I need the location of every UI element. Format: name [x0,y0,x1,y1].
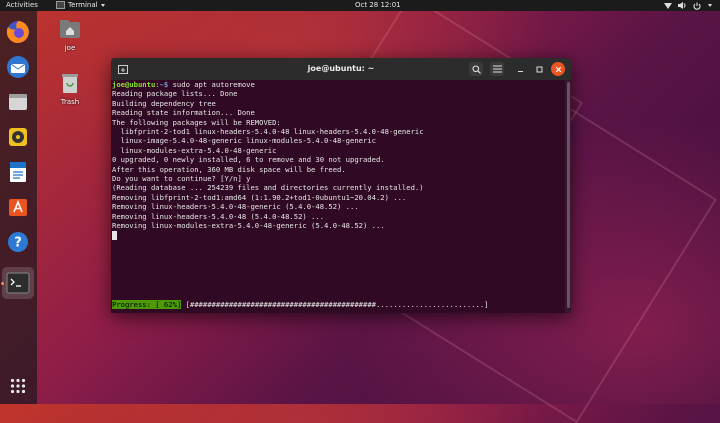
software-icon [9,199,27,216]
output-line: After this operation, 360 MB disk space … [112,164,346,174]
files-launcher[interactable] [5,89,31,115]
output-line: libfprint-2-tod1 linux-headers-5.4.0-48 … [112,127,424,137]
chevron-down-icon [100,3,105,7]
volume-icon[interactable] [678,2,687,13]
dock: ? [0,11,37,404]
home-folder-label: joe [64,44,76,52]
top-bar: Activities Terminal Oct 28 12:01 [0,0,720,11]
activities-button[interactable]: Activities [6,0,38,11]
help-icon: ? [8,232,28,252]
output-line: Removing linux-headers-5.4.0-48 (5.4.0-4… [112,211,325,221]
new-tab-button[interactable] [116,62,130,76]
home-folder-desktop-icon[interactable]: joe [50,18,90,52]
writer-launcher[interactable] [5,159,31,185]
output-line: The following packages will be REMOVED: [112,117,281,127]
trash-label: Trash [60,98,80,106]
app-menu-label: Terminal [68,1,98,9]
scrollbar-thumb[interactable] [567,82,570,308]
progress-label: Progress: [ 62%] [112,300,182,309]
output-line: Building dependency tree [112,98,216,108]
system-menu-chevron-icon[interactable] [708,4,712,7]
network-icon[interactable] [664,2,672,13]
search-icon [471,64,481,74]
terminal-output[interactable]: joe@ubuntu:~$ sudo apt autoremove Readin… [112,80,564,312]
output-line: 0 upgraded, 0 newly installed, 6 to remo… [112,155,385,165]
minimize-icon [517,70,523,72]
thunderbird-icon [7,56,29,78]
trash-icon [62,74,78,93]
terminal-titlebar[interactable]: joe@ubuntu: ~ [111,58,571,80]
firefox-icon [6,21,29,43]
progress-line: Progress: [ 62%] [######################… [112,300,488,309]
software-launcher[interactable] [5,194,31,220]
output-line: Removing libfprint-2-tod1:amd64 (1:1.90.… [112,192,407,202]
help-launcher[interactable]: ? [5,229,31,255]
output-line: Removing linux-modules-extra-5.4.0-48-ge… [112,221,385,231]
terminal-small-icon [56,1,65,9]
output-line: linux-image-5.4.0-48-generic linux-modul… [112,136,376,146]
prompt-user: joe@ubuntu [112,80,156,89]
terminal-window[interactable]: joe@ubuntu: ~ joe@ubuntu:~$ sudo apt aut… [111,58,571,313]
power-icon[interactable] [693,2,701,14]
files-icon [9,94,27,110]
show-applications-button[interactable] [5,373,31,399]
output-line: Removing linux-headers-5.4.0-48-generic … [112,202,359,212]
search-button[interactable] [469,62,483,76]
output-line: Reading state information... Done [112,108,255,118]
rhythmbox-launcher[interactable] [5,124,31,150]
clock[interactable]: Oct 28 12:01 [355,0,401,11]
writer-icon [10,162,26,182]
close-button[interactable] [551,62,565,76]
app-menu[interactable]: Terminal [56,0,105,11]
home-folder-icon [60,20,80,38]
output-line: Do you want to continue? [Y/n] y [112,174,251,184]
app-grid-icon [10,378,26,394]
command-text: sudo apt autoremove [168,80,255,89]
output-line: linux-modules-extra-5.4.0-48-generic [112,145,277,155]
close-icon [555,66,561,72]
terminal-launcher[interactable] [2,267,34,299]
output-line: (Reading database ... 254239 files and d… [112,183,424,193]
svg-text:?: ? [14,236,22,251]
new-tab-icon [118,64,128,74]
minimize-button[interactable] [513,62,527,76]
window-title: joe@ubuntu: ~ [307,64,375,73]
output-line: Reading package lists... Done [112,89,238,99]
rhythmbox-icon [9,128,27,146]
hamburger-icon [492,65,502,73]
menu-button[interactable] [490,62,504,76]
terminal-icon [6,272,30,294]
thunderbird-launcher[interactable] [5,54,31,80]
maximize-button[interactable] [532,62,546,76]
trash-desktop-icon[interactable]: Trash [50,72,90,106]
progress-bar-text: [#######################################… [181,300,489,309]
text-cursor [112,230,117,240]
prompt-path: :~$ [155,80,169,89]
maximize-icon [536,66,542,72]
firefox-launcher[interactable] [5,19,31,45]
